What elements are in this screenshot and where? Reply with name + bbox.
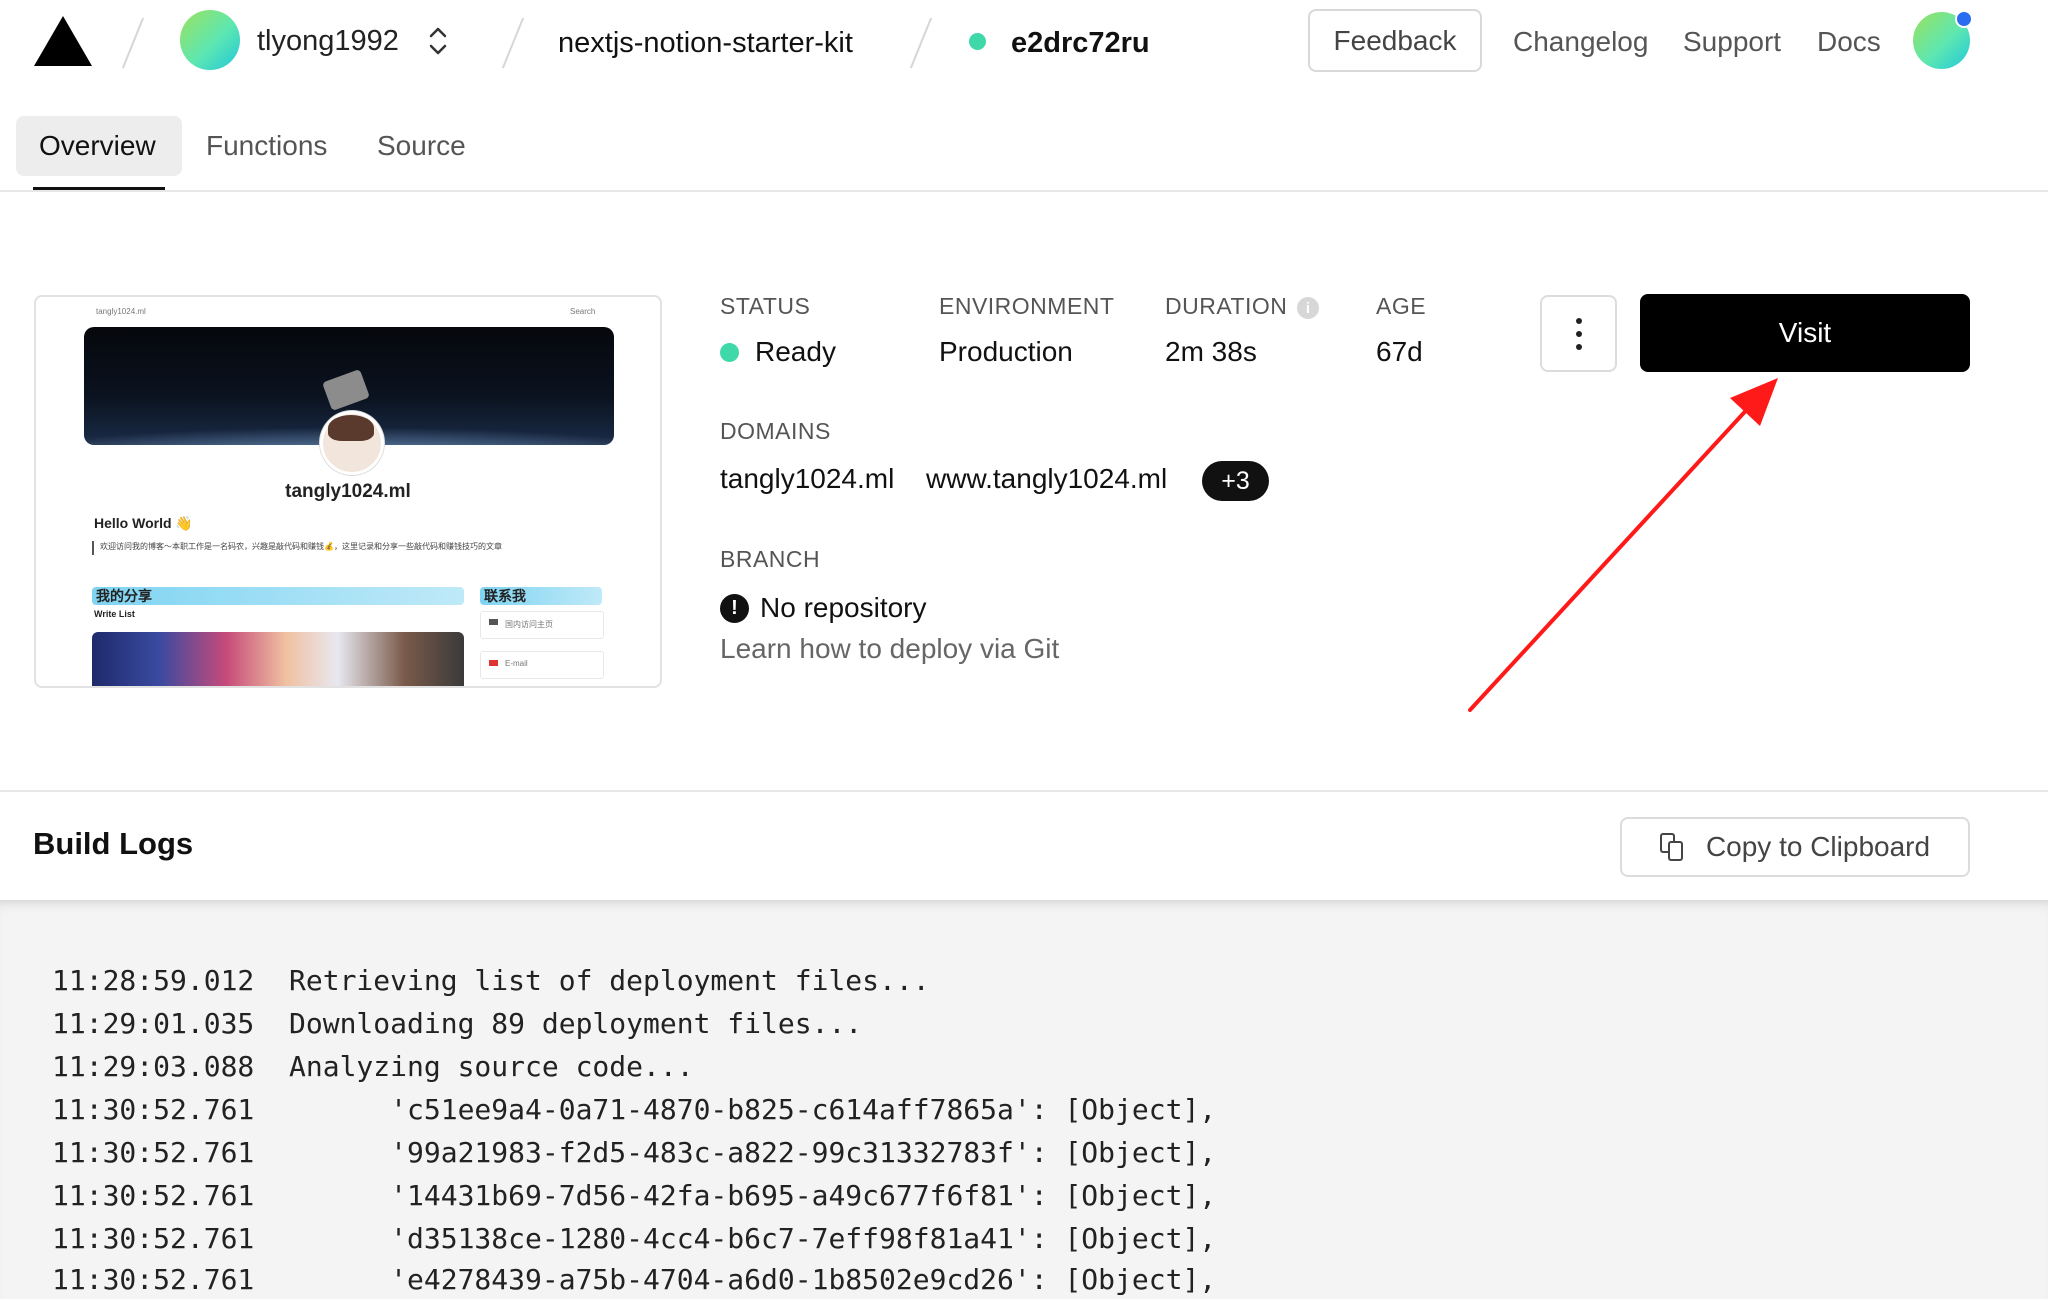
branch-label: BRANCH [720,546,821,572]
kebab-dot [1575,343,1582,350]
annotation-arrow [1468,378,1778,712]
breadcrumb-separator [909,17,933,69]
branch-value: No repository [760,592,927,623]
copy-icon [1659,833,1684,861]
build-logs-title: Build Logs [33,826,194,861]
notification-dot [1955,10,1973,28]
age-value: 67d [1376,336,1423,367]
deployment-preview[interactable]: tangly1024.ml Search tangly1024.ml Hello… [34,295,662,688]
deploy-via-git-link[interactable]: Learn how to deploy via Git [720,633,1059,665]
build-log-output[interactable]: 11:28:59.012 Retrieving list of deploymen… [0,900,2048,1299]
copy-label: Copy to Clipboard [1705,831,1931,862]
duration-label: DURATION [1165,293,1288,319]
deployment-id[interactable]: e2drc72ru [1011,22,1150,64]
log-line: 11:29:03.088 Analyzing source code... [52,1050,694,1083]
environment-value: Production [939,336,1073,367]
preview-search: Search [570,307,596,316]
domain-link[interactable]: tangly1024.ml [720,463,894,495]
team-avatar[interactable] [180,10,240,70]
project-name[interactable]: nextjs-notion-starter-kit [558,22,853,64]
preview-photo [92,632,464,686]
feedback-button[interactable]: Feedback [1308,9,1482,72]
domain-link[interactable]: www.tangly1024.ml [926,463,1167,495]
changelog-link[interactable]: Changelog [1513,22,1648,62]
support-link[interactable]: Support [1683,22,1781,62]
more-options-button[interactable] [1540,295,1617,372]
tab-source[interactable]: Source [377,126,466,166]
duration-value: 2m 38s [1165,336,1257,367]
age-label: AGE [1376,293,1427,319]
tab-overview[interactable]: Overview [39,126,156,166]
preview-share-heading: 我的分享 [96,588,152,604]
deployment-status-dot [969,33,986,50]
log-line: 11:30:52.761 '14431b69-7d56-42fa-b695-a4… [52,1179,1217,1212]
kebab-dot [1575,330,1582,337]
team-name[interactable]: tlyong1992 [257,20,399,62]
copy-to-clipboard-button[interactable]: Copy to Clipboard [1620,817,1970,877]
preview-write-list: Write List [94,609,135,619]
preview-contact-item: 国内访问主页 [480,611,604,639]
kebab-dot [1575,317,1582,324]
preview-avatar-hair [328,415,374,441]
tab-functions[interactable]: Functions [206,126,327,166]
preview-site-small: tangly1024.ml [96,307,146,316]
visit-button[interactable]: Visit [1640,294,1970,372]
environment-label: ENVIRONMENT [939,293,1115,319]
alert-icon: ! [720,594,749,623]
breadcrumb-separator [501,17,525,69]
log-line: 11:30:52.761 'c51ee9a4-0a71-4870-b825-c6… [52,1093,1217,1126]
tabs-divider [0,190,2048,192]
section-divider [0,790,2048,792]
preview-hello: Hello World 👋 [94,515,193,531]
chevron-up-down-icon[interactable] [426,24,450,58]
preview-intro: 欢迎访问我的博客～本职工作是一名码农，兴趣是敲代码和赚钱💰，这里记录和分享一些敲… [100,542,502,551]
info-icon[interactable]: i [1297,297,1319,319]
preview-quote-bar [92,541,94,555]
log-line: 11:30:52.761 'd35138ce-1280-4cc4-b6c7-7e… [52,1222,1217,1255]
status-value: Ready [755,336,836,367]
preview-contact-heading: 联系我 [484,588,526,604]
log-line: 11:29:01.035 Downloading 89 deployment fi… [52,1007,863,1040]
domains-label: DOMAINS [720,418,831,444]
more-domains-badge[interactable]: +3 [1202,461,1269,501]
docs-link[interactable]: Docs [1817,22,1881,62]
status-ready-dot [720,343,739,362]
log-line: 11:28:59.012 Retrieving list of deploymen… [52,964,930,997]
log-line: 11:30:52.761 'e4278439-a75b-4704-a6d0-1b… [52,1263,1217,1296]
breadcrumb-separator [121,17,145,69]
log-line: 11:30:52.761 '99a21983-f2d5-483c-a822-99… [52,1136,1217,1169]
status-label: STATUS [720,293,811,319]
preview-contact-item: E-mail [480,651,604,679]
preview-site-name: tangly1024.ml [285,481,411,502]
vercel-logo-icon[interactable] [34,16,92,66]
